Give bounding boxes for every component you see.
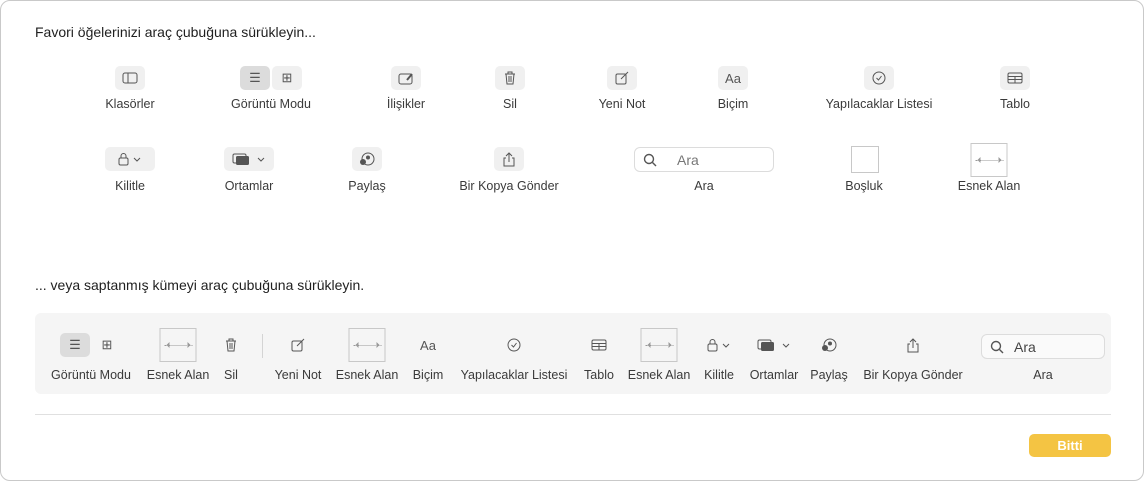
default-label-send-copy: Bir Kopya Gönder [863, 368, 963, 382]
table-icon [584, 333, 614, 357]
flexible-space-placeholder [159, 328, 197, 362]
item-label-view-mode: Görüntü Modu [231, 97, 311, 111]
search-icon [643, 153, 657, 167]
search-placeholder: Ara [1014, 338, 1036, 355]
default-label-media: Ortamlar [749, 368, 799, 382]
default-label-lock: Kilitle [704, 368, 734, 382]
list-view-icon: ☰ [60, 333, 90, 357]
trash-icon[interactable] [495, 66, 525, 90]
default-label-new-note: Yeni Not [274, 368, 322, 382]
item-label-space: Boşluk [845, 179, 883, 193]
flexible-space-placeholder [348, 328, 386, 362]
format-icon[interactable]: Aa [718, 66, 748, 90]
item-label-share: Paylaş [348, 179, 386, 193]
search-field-template[interactable]: Ara [634, 147, 774, 172]
lock-icon [702, 333, 736, 357]
item-label-send-copy: Bir Kopya Gönder [459, 179, 559, 193]
heading-favorites: Favori öğelerinizi araç çubuğuna sürükle… [35, 24, 316, 40]
media-icon [754, 333, 794, 357]
default-label-checklist: Yapılacaklar Listesi [460, 368, 568, 382]
trash-icon [216, 333, 246, 357]
item-label-flexible-space: Esnek Alan [957, 179, 1021, 193]
item-label-format: Biçim [717, 97, 749, 111]
attachment-icon[interactable] [391, 66, 421, 90]
table-icon[interactable] [1000, 66, 1030, 90]
default-label-flexible-space: Esnek Alan [627, 368, 691, 382]
compose-icon [283, 333, 313, 357]
compose-icon[interactable] [607, 66, 637, 90]
separator [262, 334, 263, 358]
item-label-folders: Klasörler [105, 97, 155, 111]
sidebar-icon[interactable] [115, 66, 145, 90]
item-label-checklist: Yapılacaklar Listesi [825, 97, 933, 111]
item-label-media: Ortamlar [224, 179, 274, 193]
default-label-flexible-space: Esnek Alan [146, 368, 210, 382]
gallery-view-icon[interactable]: ⊞ [272, 66, 302, 90]
done-button[interactable]: Bitti [1029, 434, 1111, 457]
gallery-view-icon: ⊞ [101, 337, 113, 352]
media-icon[interactable] [224, 147, 274, 171]
space-placeholder[interactable] [851, 146, 879, 173]
search-icon [990, 340, 1004, 354]
share-icon[interactable] [494, 147, 524, 171]
checklist-icon [499, 333, 529, 357]
flexible-space-placeholder [640, 328, 678, 362]
default-label-table: Tablo [584, 368, 614, 382]
double-arrow-icon [975, 156, 1003, 163]
customize-toolbar-sheet: Favori öğelerinizi araç çubuğuna sürükle… [0, 0, 1144, 481]
item-label-new-note: Yeni Not [598, 97, 646, 111]
share-icon [898, 333, 928, 357]
search-placeholder: Ara [677, 151, 699, 168]
lock-icon[interactable] [105, 147, 155, 171]
checklist-icon[interactable] [864, 66, 894, 90]
default-label-view-mode: Görüntü Modu [51, 368, 131, 382]
format-icon: Aa [420, 337, 436, 353]
item-label-lock: Kilitle [115, 179, 145, 193]
item-label-delete: Sil [503, 97, 517, 111]
list-view-icon[interactable]: ☰ [240, 66, 270, 90]
share-people-icon[interactable] [352, 147, 382, 171]
default-label-delete: Sil [224, 368, 238, 382]
item-label-attachments: İlişikler [386, 97, 426, 111]
divider [35, 414, 1111, 415]
flexible-space-placeholder[interactable] [970, 143, 1008, 177]
heading-default-set: ... veya saptanmış kümeyi araç çubuğuna … [35, 277, 365, 293]
default-label-search: Ara [1033, 368, 1053, 382]
default-label-share: Paylaş [810, 368, 848, 382]
default-label-flexible-space: Esnek Alan [335, 368, 399, 382]
item-label-table: Tablo [1000, 97, 1030, 111]
search-field-default: Ara [981, 334, 1105, 359]
share-people-icon [814, 333, 844, 357]
default-label-format: Biçim [412, 368, 444, 382]
item-label-search: Ara [694, 179, 714, 193]
